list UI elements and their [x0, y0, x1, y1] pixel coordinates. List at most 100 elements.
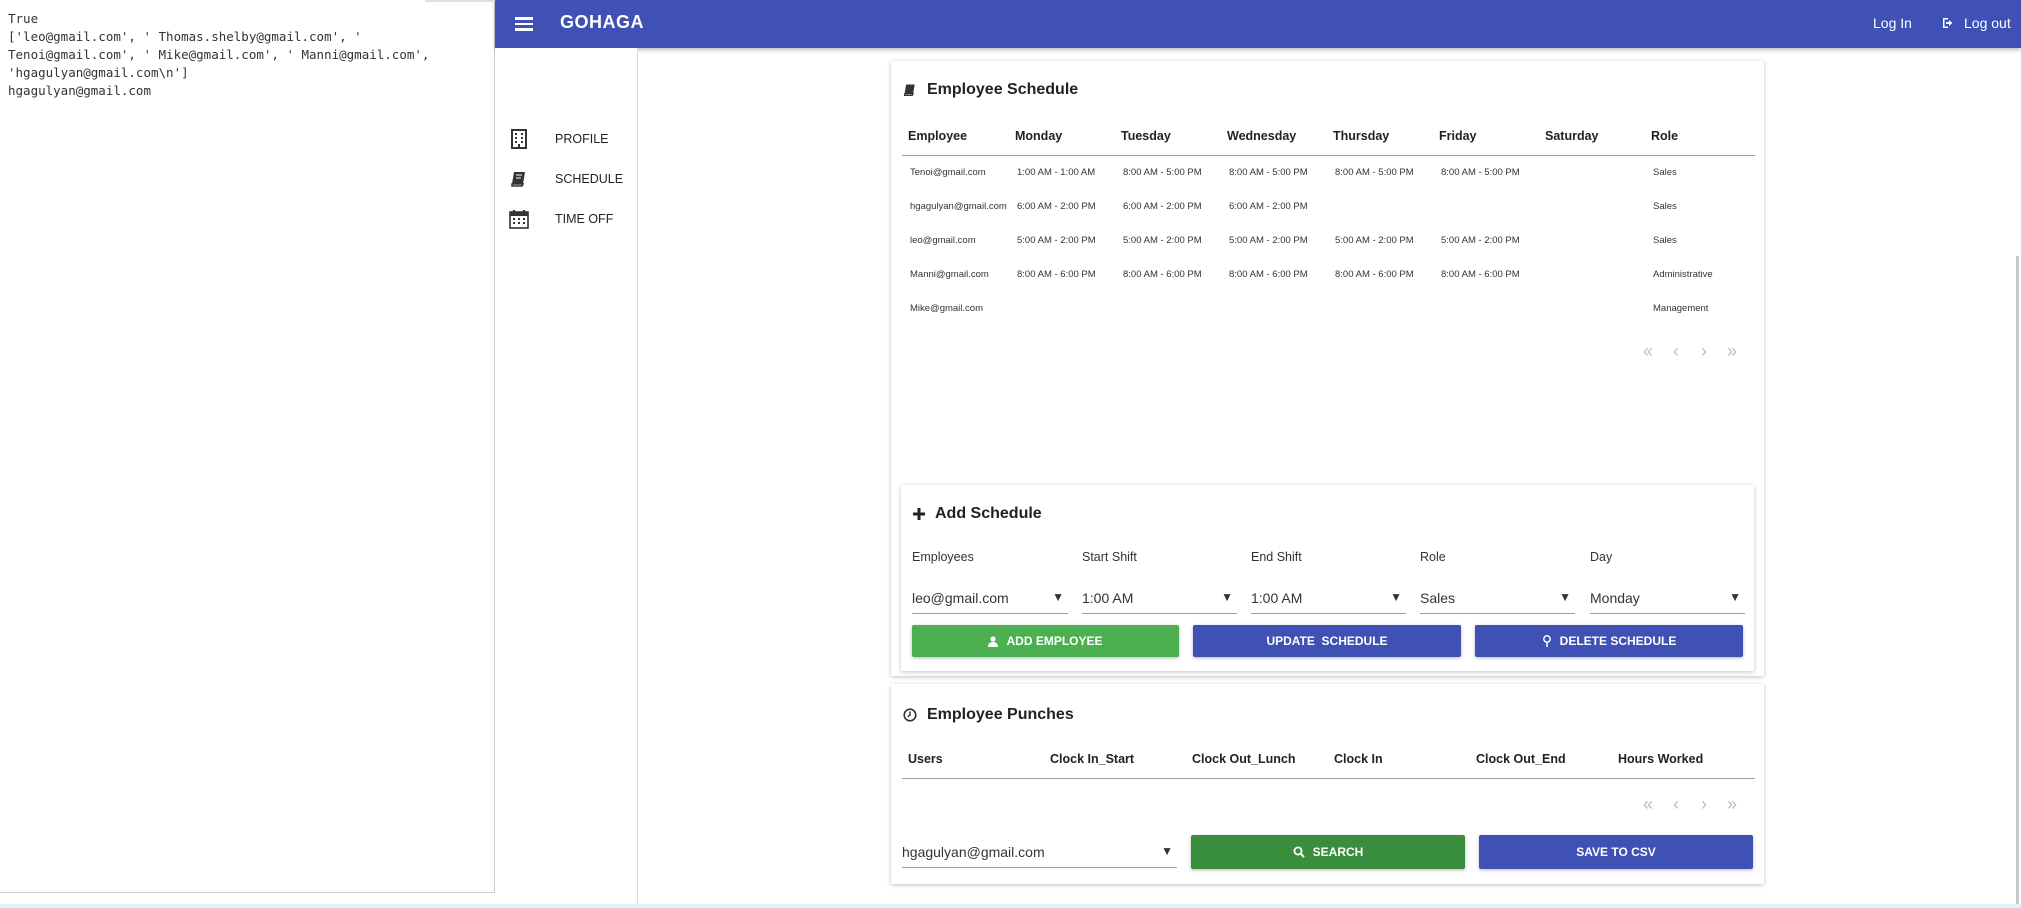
- hamburger-menu-icon[interactable]: [515, 14, 537, 34]
- prev-page-icon[interactable]: ‹: [1669, 794, 1683, 815]
- col-clock-out-end[interactable]: Clock Out_End: [1470, 740, 1612, 779]
- schedule-card-title: Employee Schedule: [903, 81, 1078, 99]
- delete-schedule-label: DELETE SCHEDULE: [1559, 634, 1677, 648]
- col-clock-in-start[interactable]: Clock In_Start: [1044, 740, 1186, 779]
- table-cell: 5:00 AM - 2:00 PM: [1441, 234, 1520, 246]
- table-cell: 8:00 AM - 6:00 PM: [1441, 268, 1520, 280]
- punches-card-title: Employee Punches: [903, 706, 1074, 724]
- table-cell: 8:00 AM - 5:00 PM: [1441, 166, 1520, 178]
- clock-icon: [903, 708, 917, 722]
- bottom-edge: [0, 904, 2021, 908]
- next-page-icon[interactable]: ›: [1697, 341, 1711, 362]
- col-tuesday[interactable]: Tuesday: [1115, 117, 1221, 156]
- schedule-table: Employee Monday Tuesday Wednesday Thursd…: [902, 117, 1755, 325]
- add-schedule-card: Add Schedule Employees Start Shift End S…: [901, 485, 1754, 671]
- col-friday[interactable]: Friday: [1433, 117, 1539, 156]
- table-cell: [1327, 189, 1433, 223]
- table-cell: 5:00 AM - 2:00 PM: [1123, 234, 1202, 246]
- punches-table: Users Clock In_Start Clock Out_Lunch Clo…: [902, 740, 1755, 779]
- page-scrollbar[interactable]: [2016, 256, 2019, 906]
- table-cell: 5:00 AM - 2:00 PM: [1335, 234, 1414, 246]
- col-employee[interactable]: Employee: [902, 117, 1009, 156]
- app-brand: GOHAGA: [560, 12, 644, 32]
- table-cell: Tenoi@gmail.com: [910, 166, 986, 178]
- nav-item-schedule[interactable]: SCHEDULE: [509, 166, 623, 192]
- calendar-icon: [509, 208, 529, 230]
- map-pin-icon: [1542, 635, 1551, 647]
- login-link[interactable]: Log In: [1873, 15, 1912, 31]
- table-row[interactable]: Tenoi@gmail.com 1:00 AM - 1:00 AM 8:00 A…: [902, 155, 1755, 189]
- col-saturday[interactable]: Saturday: [1539, 117, 1645, 156]
- nav-item-profile[interactable]: PROFILE: [509, 126, 609, 152]
- col-wednesday[interactable]: Wednesday: [1221, 117, 1327, 156]
- last-page-icon[interactable]: »: [1725, 341, 1739, 362]
- schedule-title-text: Employee Schedule: [927, 81, 1079, 98]
- table-cell: 5:00 AM - 2:00 PM: [1017, 234, 1096, 246]
- col-monday[interactable]: Monday: [1009, 117, 1115, 156]
- col-users[interactable]: Users: [902, 740, 1044, 779]
- dropdown-arrow-icon: ▼: [1559, 590, 1571, 604]
- role-field-label: Role: [1420, 550, 1446, 564]
- nav-item-time-off[interactable]: TIME OFF: [509, 206, 613, 232]
- table-cell: 6:00 AM - 2:00 PM: [1017, 200, 1096, 212]
- search-button[interactable]: SEARCH: [1191, 835, 1465, 869]
- add-employee-button[interactable]: ADD EMPLOYEE: [912, 625, 1179, 657]
- table-row[interactable]: Mike@gmail.com Management: [902, 291, 1755, 325]
- role-select[interactable]: Sales ▼: [1420, 582, 1575, 614]
- plus-icon: [913, 508, 925, 520]
- col-clock-in[interactable]: Clock In: [1328, 740, 1470, 779]
- table-row[interactable]: leo@gmail.com 5:00 AM - 2:00 PM 5:00 AM …: [902, 223, 1755, 257]
- table-cell: [1221, 291, 1327, 325]
- book-icon: [509, 168, 529, 190]
- console-output-text: True ['leo@gmail.com', ' Thomas.shelby@g…: [8, 11, 430, 98]
- last-page-icon[interactable]: »: [1725, 794, 1739, 815]
- first-page-icon[interactable]: «: [1641, 794, 1655, 815]
- role-select-value: Sales: [1420, 590, 1456, 606]
- employee-punches-card: Employee Punches Users Clock In_Start Cl…: [891, 684, 1764, 884]
- employees-select[interactable]: leo@gmail.com ▼: [912, 582, 1068, 614]
- dropdown-arrow-icon: ▼: [1390, 590, 1402, 604]
- table-cell: [1433, 189, 1539, 223]
- dropdown-arrow-icon: ▼: [1052, 590, 1064, 604]
- nav-label-profile: PROFILE: [555, 132, 609, 146]
- user-icon: [988, 635, 999, 647]
- punches-header-row: Users Clock In_Start Clock Out_Lunch Clo…: [902, 740, 1755, 779]
- save-to-csv-label: SAVE TO CSV: [1576, 845, 1656, 859]
- first-page-icon[interactable]: «: [1641, 341, 1655, 362]
- table-cell: hgagulyan@gmail.com: [910, 200, 1007, 212]
- employees-field-label: Employees: [912, 550, 974, 564]
- table-row[interactable]: hgagulyan@gmail.com 6:00 AM - 2:00 PM 6:…: [902, 189, 1755, 223]
- dropdown-arrow-icon: ▼: [1161, 844, 1173, 858]
- start-shift-select-value: 1:00 AM: [1082, 590, 1134, 606]
- table-row[interactable]: Manni@gmail.com 8:00 AM - 6:00 PM 8:00 A…: [902, 257, 1755, 291]
- table-cell: 6:00 AM - 2:00 PM: [1123, 200, 1202, 212]
- table-cell: Management: [1653, 302, 1709, 314]
- save-to-csv-button[interactable]: SAVE TO CSV: [1479, 835, 1753, 869]
- col-hours-worked[interactable]: Hours Worked: [1612, 740, 1755, 779]
- punch-user-select[interactable]: hgagulyan@gmail.com ▼: [902, 836, 1177, 868]
- search-icon: [1293, 846, 1305, 858]
- delete-schedule-button[interactable]: DELETE SCHEDULE: [1475, 625, 1743, 657]
- col-clock-out-lunch[interactable]: Clock Out_Lunch: [1186, 740, 1328, 779]
- start-shift-select[interactable]: 1:00 AM ▼: [1082, 582, 1237, 614]
- app-bar: GOHAGA Log In Log out: [495, 0, 2021, 48]
- logout-link[interactable]: Log out: [1942, 15, 2011, 31]
- next-page-icon[interactable]: ›: [1697, 794, 1711, 815]
- day-select[interactable]: Monday ▼: [1590, 582, 1745, 614]
- table-cell: 8:00 AM - 6:00 PM: [1335, 268, 1414, 280]
- end-shift-select[interactable]: 1:00 AM ▼: [1251, 582, 1406, 614]
- console-tab-marker: [425, 0, 495, 2]
- table-cell: [1539, 257, 1645, 291]
- table-cell: Administrative: [1653, 268, 1713, 280]
- dropdown-arrow-icon: ▼: [1221, 590, 1233, 604]
- prev-page-icon[interactable]: ‹: [1669, 341, 1683, 362]
- table-cell: 8:00 AM - 5:00 PM: [1335, 166, 1414, 178]
- punch-user-select-value: hgagulyan@gmail.com: [902, 844, 1045, 860]
- search-label: SEARCH: [1312, 845, 1364, 859]
- table-cell: [1539, 155, 1645, 189]
- col-role[interactable]: Role: [1645, 117, 1755, 156]
- table-cell: 8:00 AM - 5:00 PM: [1123, 166, 1202, 178]
- sign-out-icon: [1943, 18, 1953, 28]
- col-thursday[interactable]: Thursday: [1327, 117, 1433, 156]
- update-schedule-button[interactable]: UPDATE SCHEDULE: [1193, 625, 1461, 657]
